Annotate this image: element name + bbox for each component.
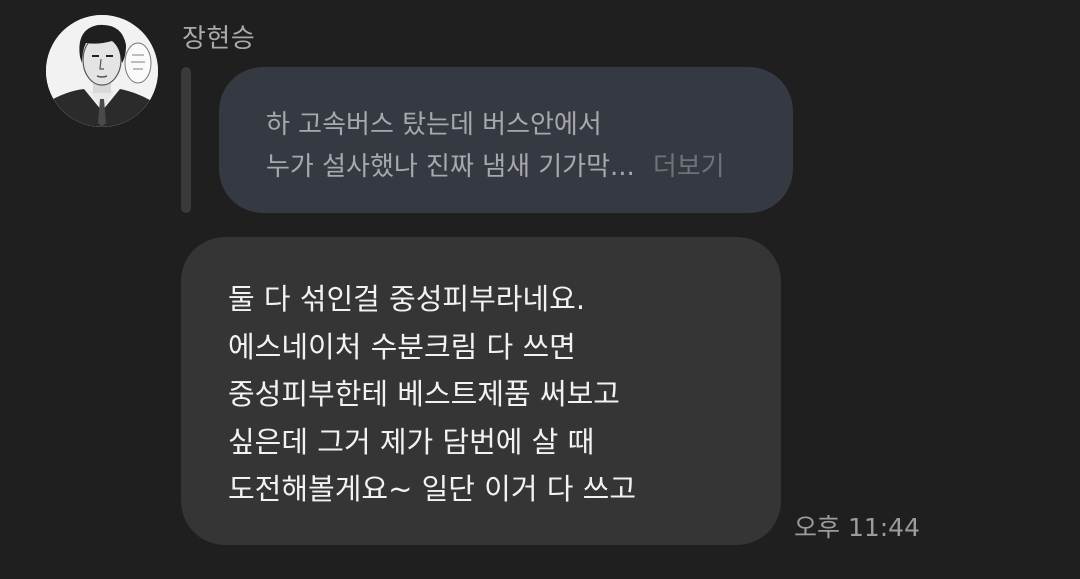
- quoted-message-bubble[interactable]: 하 고속버스 탔는데 버스안에서 누가 설사했나 진짜 냄새 기가막... 더보기: [219, 67, 793, 213]
- quoted-message-line-2-text: 누가 설사했나 진짜 냄새 기가막...: [266, 152, 635, 182]
- quote-indicator-bar: [181, 67, 191, 213]
- message-line-2: 에스네이처 수분크림 다 쓰면: [228, 329, 576, 364]
- message-line-4: 싶은데 그거 제가 담번에 살 때: [228, 424, 595, 459]
- message-timestamp: 오후 11:44: [794, 513, 920, 542]
- message-line-5: 도전해볼게요~ 일단 이거 다 쓰고: [228, 472, 637, 506]
- message-line-1: 둘 다 섞인걸 중성피부라네요.: [228, 282, 586, 316]
- sender-avatar[interactable]: [46, 15, 158, 127]
- quoted-message-line-2: 누가 설사했나 진짜 냄새 기가막... 더보기: [266, 146, 793, 188]
- message-bubble[interactable]: 둘 다 섞인걸 중성피부라네요. 에스네이처 수분크림 다 쓰면 중성피부한테 …: [181, 237, 781, 545]
- quoted-message-line-1: 하 고속버스 탔는데 버스안에서: [266, 110, 602, 140]
- message-line-3: 중성피부한테 베스트제품 써보고: [228, 377, 620, 411]
- profile-illustration-icon: [46, 15, 158, 127]
- sender-name: 장현승: [182, 24, 256, 54]
- see-more-link[interactable]: 더보기: [653, 152, 725, 182]
